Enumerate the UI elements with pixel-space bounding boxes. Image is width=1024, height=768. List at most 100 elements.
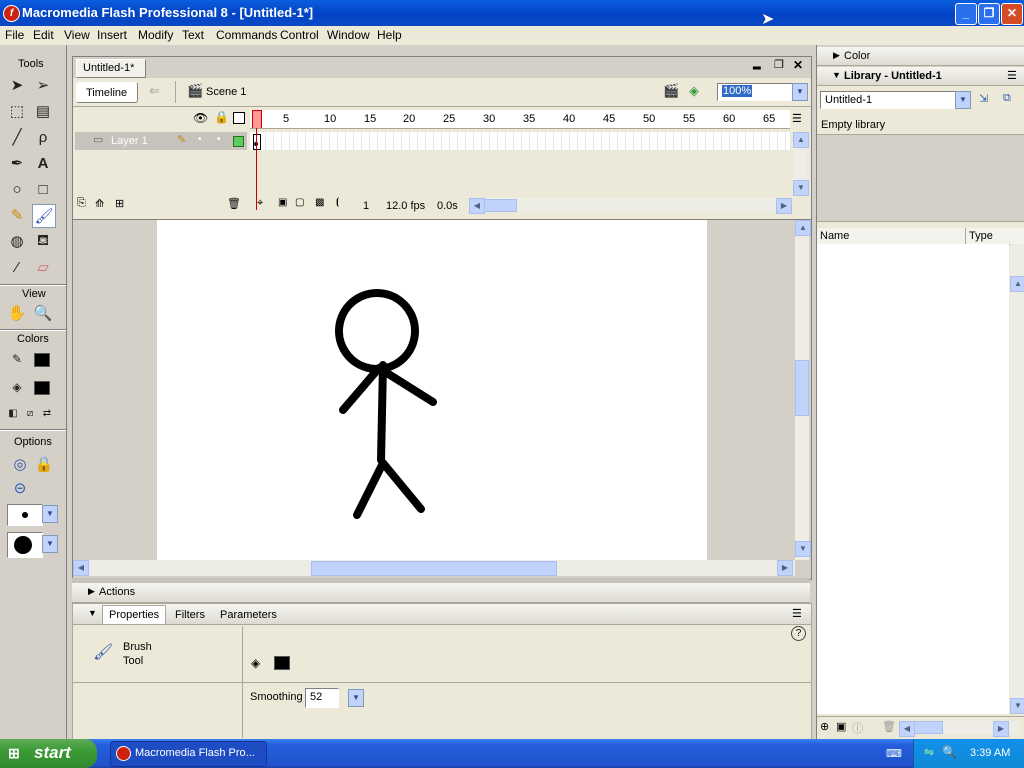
network-icon[interactable]: ⇋ xyxy=(924,745,934,759)
playhead[interactable] xyxy=(252,110,262,128)
outline-color-icon[interactable] xyxy=(233,136,244,147)
stage-scroll-down-icon[interactable]: ▼ xyxy=(795,541,811,557)
col-type[interactable]: Type xyxy=(969,230,993,242)
help-icon[interactable]: ? xyxy=(791,626,806,641)
taskbar-item-flash[interactable]: Macromedia Flash Pro... xyxy=(110,741,267,767)
eye-icon[interactable]: 👁 xyxy=(193,111,208,125)
library-select-arrow[interactable]: ▼ xyxy=(955,91,971,109)
delete-layer-icon[interactable]: 🗑 xyxy=(227,197,241,210)
selection-tool-icon[interactable]: ➤ xyxy=(6,74,28,96)
eyedropper-tool-icon[interactable]: ⁄ xyxy=(6,256,28,278)
edit-multiple-icon[interactable]: ▩ xyxy=(315,197,324,208)
stage-hscroll[interactable] xyxy=(73,560,795,576)
back-arrow-icon[interactable]: ⇐ xyxy=(149,83,160,99)
search-icon[interactable]: 🔍 xyxy=(942,745,957,759)
stage-scroll-right-icon[interactable]: ▶ xyxy=(777,560,793,576)
frame-cells[interactable] xyxy=(250,132,790,150)
start-button[interactable]: ⊞ start xyxy=(0,739,97,768)
visible-dot[interactable]: • xyxy=(198,134,202,145)
new-library-icon[interactable]: ⧉ xyxy=(1003,92,1011,105)
paint-bucket-tool-icon[interactable]: ⛾ xyxy=(32,230,54,252)
stroke-color-swatch[interactable] xyxy=(34,353,50,367)
menu-view[interactable]: View xyxy=(64,28,90,42)
timeline-button[interactable]: Timeline xyxy=(76,82,138,103)
lock-dot[interactable]: • xyxy=(217,134,221,145)
text-tool-icon[interactable]: A xyxy=(32,152,54,174)
fps-readout[interactable]: 12.0 fps xyxy=(386,200,425,212)
insert-folder-icon[interactable]: ⊞ xyxy=(115,197,124,210)
library-select[interactable]: Untitled-1 xyxy=(820,91,956,109)
brush-tool-icon[interactable]: 🖌 xyxy=(32,204,56,228)
menu-help[interactable]: Help xyxy=(377,28,402,42)
stick-figure[interactable] xyxy=(157,220,707,560)
lib-scroll-down-icon[interactable]: ▼ xyxy=(1010,698,1024,714)
oval-tool-icon[interactable]: ○ xyxy=(6,178,28,200)
swap-colors-icon[interactable]: ⇄ xyxy=(39,402,55,424)
no-color-icon[interactable]: ⧄ xyxy=(22,402,38,424)
smoothing-dropdown-arrow[interactable]: ▼ xyxy=(348,689,364,707)
menu-modify[interactable]: Modify xyxy=(138,28,173,42)
close-doc-icon[interactable]: ✕ xyxy=(793,58,803,72)
fill-color-swatch[interactable] xyxy=(34,381,50,395)
library-list[interactable] xyxy=(817,244,1009,714)
minimize-doc-icon[interactable]: ▂ xyxy=(753,59,761,70)
modify-markers-icon[interactable]: ⦗ xyxy=(336,197,339,208)
edit-symbols-icon[interactable]: ◈ xyxy=(689,83,699,99)
delete-item-icon[interactable]: 🗑 xyxy=(882,720,896,733)
hand-tool-icon[interactable]: ✋ xyxy=(6,302,28,324)
scroll-right-icon[interactable]: ▶ xyxy=(776,198,792,214)
restore-button[interactable]: ❐ xyxy=(978,3,1000,25)
actions-panel-header[interactable]: ▶ Actions xyxy=(72,583,810,603)
lock-icon[interactable]: 🔒 xyxy=(214,110,229,124)
scroll-left-icon[interactable]: ◀ xyxy=(469,198,485,214)
menu-text[interactable]: Text xyxy=(182,28,204,42)
menu-edit[interactable]: Edit xyxy=(33,28,54,42)
collapse-arrow-icon[interactable]: ▼ xyxy=(832,70,841,80)
scroll-down-icon[interactable]: ▼ xyxy=(793,180,809,196)
lib-scroll-right-icon[interactable]: ▶ xyxy=(993,721,1009,737)
library-menu-icon[interactable]: ☰ xyxy=(1007,69,1017,82)
line-tool-icon[interactable]: ╱ xyxy=(6,126,28,148)
menu-window[interactable]: Window xyxy=(327,28,370,42)
insert-layer-icon[interactable]: ⎘ xyxy=(77,197,86,210)
zoom-input[interactable]: 100% xyxy=(717,83,793,101)
black-white-icon[interactable]: ◧ xyxy=(5,402,21,424)
collapse-arrow-icon[interactable]: ▼ xyxy=(88,608,97,618)
outline-icon[interactable] xyxy=(233,112,245,124)
expand-arrow-icon[interactable]: ▶ xyxy=(88,586,95,597)
brush-size-select[interactable] xyxy=(7,504,43,526)
onion-skin-icon[interactable]: ▣ xyxy=(278,197,287,208)
lock-fill-icon[interactable]: 🔒 xyxy=(33,453,55,475)
stage-vscroll[interactable] xyxy=(795,220,809,560)
timeline-menu-icon[interactable]: ☰ xyxy=(792,112,802,125)
expand-arrow-icon[interactable]: ▶ xyxy=(833,50,840,61)
subselection-tool-icon[interactable]: ➢ xyxy=(32,74,54,96)
menu-control[interactable]: Control xyxy=(280,28,319,42)
new-folder-icon[interactable]: ▣ xyxy=(836,720,846,733)
menu-commands[interactable]: Commands xyxy=(216,28,277,42)
zoom-tool-icon[interactable]: 🔍 xyxy=(32,302,54,324)
timeline-hscroll[interactable] xyxy=(469,198,789,212)
new-symbol-icon[interactable]: ⊕ xyxy=(820,720,829,733)
fill-color-prop-swatch[interactable] xyxy=(274,656,290,670)
minimize-button[interactable]: _ xyxy=(955,3,977,25)
restore-doc-icon[interactable]: ❐ xyxy=(774,58,784,71)
lib-scroll-up-icon[interactable]: ▲ xyxy=(1010,276,1024,292)
document-tab[interactable]: Untitled-1* xyxy=(76,59,146,78)
menu-insert[interactable]: Insert xyxy=(97,28,127,42)
library-panel-header[interactable]: ▼ Library - Untitled-1 ☰ xyxy=(817,67,1024,86)
stage-scroll-left-icon[interactable]: ◀ xyxy=(73,560,89,576)
col-name[interactable]: Name xyxy=(820,230,849,242)
brush-size-dropdown-arrow[interactable]: ▼ xyxy=(42,505,58,523)
center-frame-icon[interactable]: ⌖ xyxy=(257,197,263,210)
free-transform-tool-icon[interactable]: ⬚ xyxy=(6,100,28,122)
keyboard-icon[interactable]: ⌨ xyxy=(886,747,902,760)
frame-ruler[interactable]: 1 5 10 15 20 25 30 35 40 45 50 55 60 65 xyxy=(250,110,790,129)
menu-file[interactable]: File xyxy=(5,28,24,42)
add-guide-icon[interactable]: ⟰ xyxy=(95,197,104,210)
stage-canvas[interactable] xyxy=(157,220,707,560)
brush-shape-dropdown-arrow[interactable]: ▼ xyxy=(42,535,58,553)
tab-parameters[interactable]: Parameters xyxy=(220,609,277,621)
smoothing-input[interactable]: 52 xyxy=(305,688,339,708)
pen-tool-icon[interactable]: ✒ xyxy=(6,152,28,174)
